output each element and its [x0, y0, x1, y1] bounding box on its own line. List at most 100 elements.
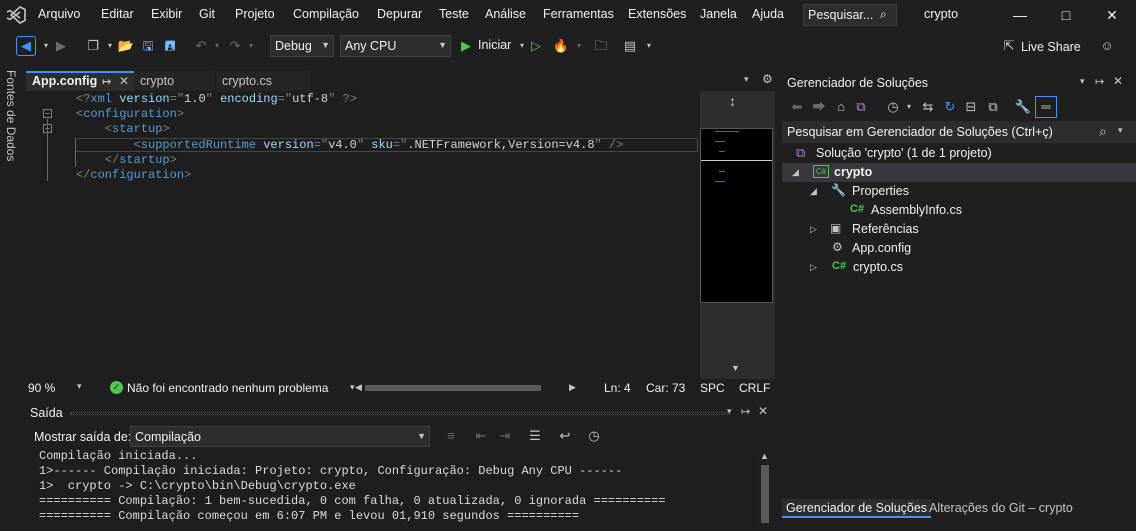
navigate-forward-icon[interactable]: ▶: [52, 38, 70, 54]
tree-item-crypto-cs[interactable]: ▷ C# crypto.cs: [782, 258, 1136, 277]
issues-dropdown-icon[interactable]: ▾: [350, 382, 355, 393]
menu-arquivo[interactable]: Arquivo: [38, 7, 80, 21]
search-icon[interactable]: ⌕: [1099, 123, 1107, 140]
tab-list-dropdown-icon[interactable]: ▾: [744, 74, 749, 85]
home-icon[interactable]: ⌂: [832, 99, 850, 115]
tab-app-config[interactable]: App.config ↦ ✕: [26, 71, 136, 91]
expanded-arrow-icon[interactable]: ◢: [810, 186, 817, 197]
scroll-up-arrow-icon[interactable]: ▲: [760, 451, 769, 461]
split-editor-icon[interactable]: ↕: [729, 93, 736, 109]
output-source-select[interactable]: Compilação ▼: [130, 426, 430, 447]
close-icon[interactable]: ✕: [758, 404, 768, 418]
sync-active-document-icon[interactable]: ⇆: [919, 99, 937, 115]
close-icon[interactable]: ✕: [1113, 74, 1123, 88]
search-options-dropdown-icon[interactable]: ▾: [1118, 125, 1123, 136]
line-ending[interactable]: CRLF: [739, 381, 770, 395]
open-folder-icon[interactable]: 📂: [117, 38, 135, 54]
expanded-arrow-icon[interactable]: ◢: [792, 167, 799, 178]
zoom-level[interactable]: 90 %: [28, 381, 55, 395]
visual-studio-logo-icon[interactable]: [6, 6, 26, 24]
column-number[interactable]: Car: 73: [646, 381, 685, 395]
show-all-files-icon[interactable]: ⧉: [984, 99, 1002, 115]
previous-message-icon[interactable]: ⇤: [472, 428, 490, 444]
menu-compilacao[interactable]: Compilação: [293, 7, 359, 21]
scroll-right-arrow-icon[interactable]: ▶: [569, 382, 576, 393]
redo-dropdown-icon[interactable]: ▾: [242, 38, 260, 54]
minimize-button[interactable]: —: [1006, 4, 1034, 26]
tree-item-properties[interactable]: ◢ 🔧 Properties: [782, 182, 1136, 201]
menu-depurar[interactable]: Depurar: [377, 7, 422, 21]
new-project-icon[interactable]: ❐: [84, 38, 102, 54]
navigate-back-icon[interactable]: ◀: [16, 36, 36, 56]
data-sources-tab[interactable]: Fontes de Dados: [4, 70, 18, 161]
output-vertical-scrollbar[interactable]: ▲: [756, 449, 774, 531]
menu-teste[interactable]: Teste: [439, 7, 469, 21]
close-icon[interactable]: ✕: [119, 74, 129, 88]
refresh-icon[interactable]: ↻: [941, 99, 959, 115]
timestamp-clock-icon[interactable]: ◷: [585, 428, 603, 444]
line-number[interactable]: Ln: 4: [604, 381, 631, 395]
minimap-preview[interactable]: [700, 128, 773, 303]
menu-janela[interactable]: Janela: [700, 7, 737, 21]
panel-options-dropdown-icon[interactable]: ▾: [727, 406, 732, 417]
whitespace-mode[interactable]: SPC: [700, 381, 725, 395]
collapsed-arrow-icon[interactable]: ▷: [810, 224, 817, 235]
hot-reload-dropdown-icon[interactable]: ▾: [570, 38, 588, 54]
undo-dropdown-icon[interactable]: ▾: [208, 38, 226, 54]
menu-editar[interactable]: Editar: [101, 7, 134, 21]
tree-item-solution[interactable]: ⧉ Solução 'crypto' (1 de 1 projeto): [782, 144, 1136, 163]
feedback-person-icon[interactable]: ☺: [1098, 38, 1116, 54]
save-all-icon[interactable]: 🖪: [161, 38, 179, 54]
maximize-button[interactable]: □: [1052, 4, 1080, 26]
menu-projeto[interactable]: Projeto: [235, 7, 275, 21]
global-search-box[interactable]: Pesquisar... ⌕: [803, 4, 897, 26]
configuration-combo[interactable]: Debug ▼: [270, 35, 334, 57]
panel-drag-grip[interactable]: [70, 412, 730, 415]
panel-options-dropdown-icon[interactable]: ▾: [1080, 76, 1085, 87]
pin-icon[interactable]: ↦: [1095, 75, 1104, 88]
scroll-down-arrow-icon[interactable]: ▼: [731, 363, 740, 373]
tree-item-project[interactable]: ◢ C# crypto: [782, 163, 1136, 182]
menu-git[interactable]: Git: [199, 7, 215, 21]
window-layout-icon[interactable]: ▤: [621, 38, 639, 54]
tree-item-assemblyinfo[interactable]: C# AssemblyInfo.cs: [782, 201, 1136, 220]
platform-combo[interactable]: Any CPU ▼: [340, 35, 451, 57]
tree-item-app-config[interactable]: ⚙ App.config: [782, 239, 1136, 258]
solution-explorer-search[interactable]: Pesquisar em Gerenciador de Soluções (Ct…: [782, 121, 1136, 143]
tab-crypto-cs[interactable]: crypto.cs: [216, 71, 310, 91]
start-debug-icon[interactable]: ▶: [457, 38, 475, 54]
tree-item-references[interactable]: ▷ ▣ Referências: [782, 220, 1136, 239]
live-share-button[interactable]: Live Share: [1021, 40, 1081, 54]
fold-collapse-icon[interactable]: −: [43, 109, 52, 118]
hot-reload-icon[interactable]: 🔥: [552, 38, 570, 54]
go-to-error-icon[interactable]: ≡: [442, 428, 460, 444]
zoom-dropdown-icon[interactable]: ▾: [77, 381, 82, 392]
preview-selected-items-icon[interactable]: ═: [1035, 96, 1057, 118]
issues-status[interactable]: Não foi encontrado nenhum problema: [127, 381, 328, 395]
tab-crypto[interactable]: crypto: [134, 71, 214, 91]
menu-ferramentas[interactable]: Ferramentas: [543, 7, 614, 21]
save-icon[interactable]: 🖫: [139, 38, 157, 54]
toolbar-options-icon[interactable]: ▾: [640, 38, 658, 54]
horizontal-scrollbar-thumb[interactable]: [365, 385, 541, 391]
collapsed-arrow-icon[interactable]: ▷: [810, 262, 817, 273]
browse-folder-icon[interactable]: 🗀: [592, 38, 610, 54]
switch-views-icon[interactable]: ⧉: [852, 99, 870, 115]
start-without-debug-icon[interactable]: ▷: [527, 38, 545, 54]
pin-icon[interactable]: ↦: [102, 75, 111, 88]
clear-all-icon[interactable]: ☰: [526, 428, 544, 444]
scrollbar-thumb[interactable]: [761, 465, 769, 523]
menu-ajuda[interactable]: Ajuda: [752, 7, 784, 21]
collapse-all-icon[interactable]: ⊟: [962, 99, 980, 115]
scroll-left-arrow-icon[interactable]: ◀: [355, 382, 362, 393]
tab-solution-explorer[interactable]: Gerenciador de Soluções: [782, 499, 932, 518]
properties-wrench-icon[interactable]: 🔧: [1014, 99, 1032, 115]
pin-icon[interactable]: ↦: [741, 405, 750, 418]
filter-dropdown-icon[interactable]: ▾: [900, 99, 918, 115]
live-share-icon[interactable]: ⇱: [1000, 38, 1018, 54]
close-window-button[interactable]: ✕: [1098, 4, 1126, 26]
output-text-area[interactable]: Compilação iniciada... 1>------ Compilaç…: [26, 449, 756, 531]
tab-git-changes[interactable]: Alterações do Git – crypto: [925, 499, 1077, 518]
start-button-label[interactable]: Iniciar: [478, 38, 511, 52]
menu-extensoes[interactable]: Extensões: [628, 7, 686, 21]
